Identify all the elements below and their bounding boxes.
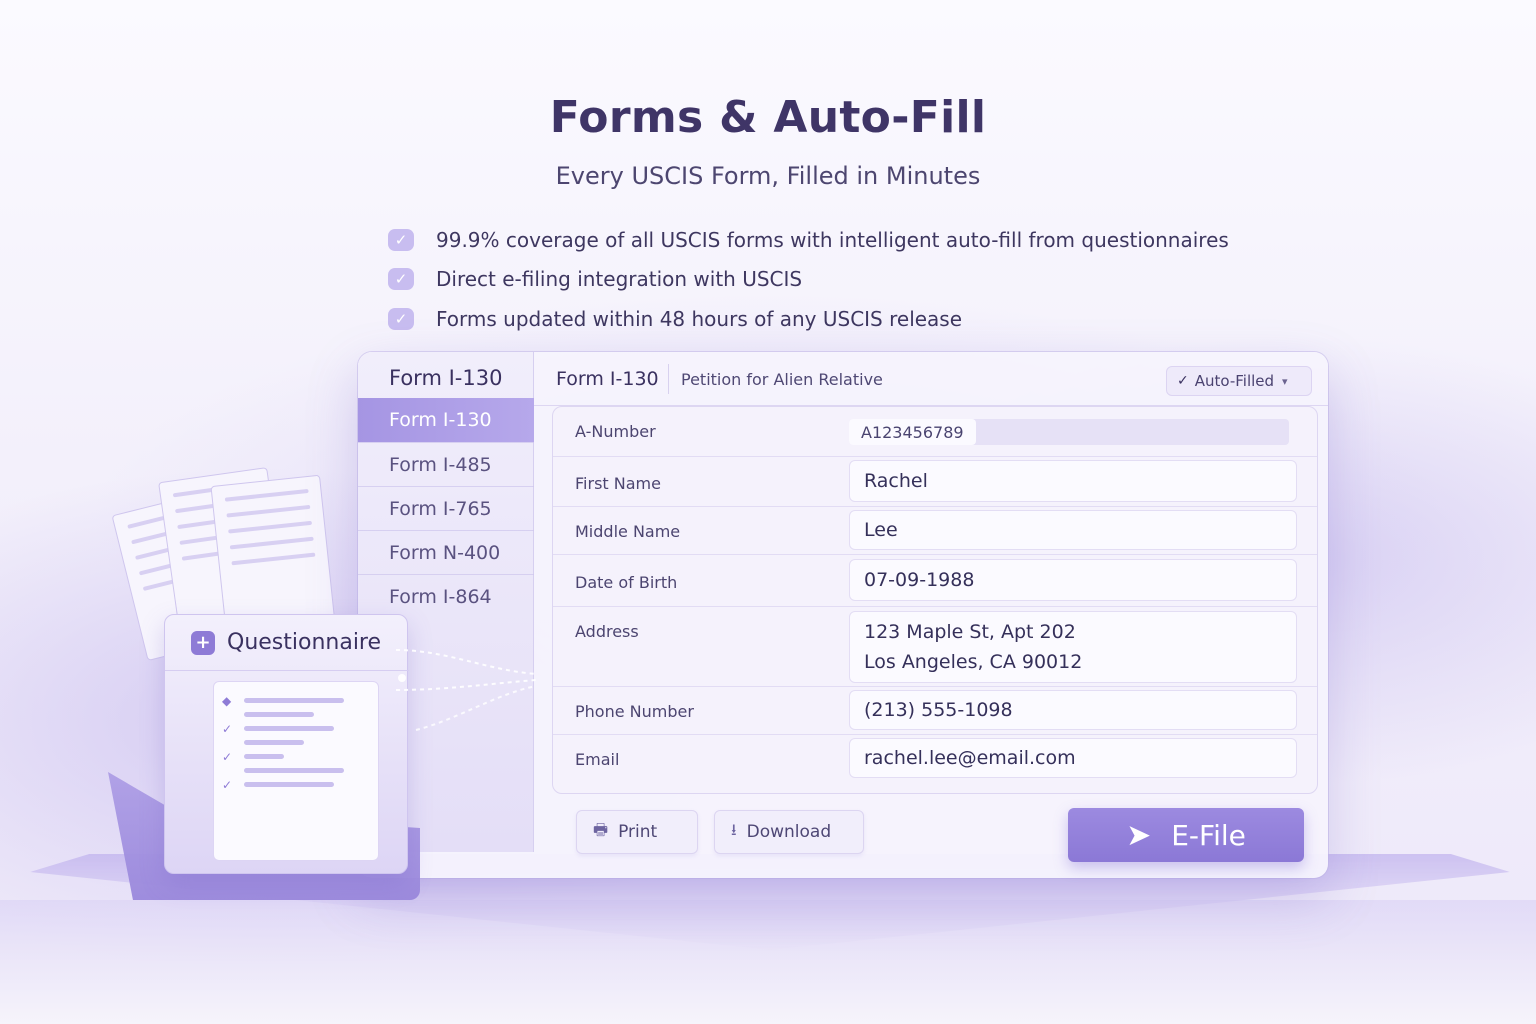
checkmark-icon: ✓ (1177, 373, 1189, 389)
print-button[interactable]: 🖶 Print (576, 810, 698, 854)
header-divider (668, 364, 669, 394)
document-stack-illustration (111, 460, 348, 662)
shield-check-icon: ◆ (222, 694, 232, 708)
auto-filled-dropdown[interactable]: ✓ Auto-Filled ▾ (1166, 366, 1312, 396)
checkmark-icon: ✓ (388, 268, 414, 291)
text-line (244, 740, 304, 745)
page-subtitle: Every USCIS Form, Filled in Minutes (555, 162, 981, 190)
page-title: Forms & Auto-Fill (549, 92, 987, 143)
paper-plane-icon: ➤ (1126, 817, 1152, 853)
e-file-button[interactable]: ➤ E-File (1068, 808, 1304, 862)
date-of-birth-input[interactable]: 07-09-1988 (849, 559, 1297, 601)
field-row-date-of-birth: Date of Birth 07-09-1988 (553, 555, 1317, 607)
chevron-down-icon: ▾ (1282, 374, 1288, 388)
feature-text: 99.9% coverage of all USCIS forms with i… (436, 227, 1229, 252)
field-label: Date of Birth (575, 573, 678, 592)
sidebar-item-form-n-400[interactable]: Form N-400 (358, 530, 534, 574)
field-label: Middle Name (575, 522, 681, 541)
field-label: Email (575, 750, 620, 769)
address-input[interactable]: 123 Maple St, Apt 202 Los Angeles, CA 90… (849, 611, 1297, 683)
field-row-email: Email rachel.lee@email.com (553, 735, 1317, 785)
feature-text: Direct e-filing integration with USCIS (436, 267, 803, 292)
field-row-phone-number: Phone Number (213) 555-1098 (553, 687, 1317, 735)
e-file-label: E-File (1171, 818, 1246, 852)
feature-text: Forms updated within 48 hours of any USC… (436, 306, 963, 331)
feature-item: ✓ 99.9% coverage of all USCIS forms with… (388, 220, 1229, 260)
print-label: Print (618, 822, 658, 842)
field-label: First Name (575, 474, 661, 493)
questionnaire-title: Questionnaire (227, 630, 382, 655)
form-panel: Form I-130 Petition for Alien Relative ✓… (534, 352, 1328, 878)
sidebar-item-form-i-130[interactable]: Form I-130 (358, 398, 534, 442)
sidebar-item-form-i-485[interactable]: Form I-485 (358, 442, 534, 486)
field-label: A-Number (575, 422, 656, 441)
field-row-a-number: A-Number A123456789 (553, 407, 1317, 457)
field-row-first-name: First Name Rachel (553, 457, 1317, 507)
email-input[interactable]: rachel.lee@email.com (849, 738, 1297, 778)
questionnaire-card: + Questionnaire ◆ ✓ ✓ ✓ (164, 614, 409, 874)
a-number-field[interactable]: A123456789 (849, 419, 1289, 445)
sidebar-item-form-i-864[interactable]: Form I-864 (358, 574, 534, 618)
data-flow-sparkle-lines (396, 649, 537, 731)
address-line-1: 123 Maple St, Apt 202 (864, 621, 1076, 643)
sidebar-title: Form I-130 (389, 366, 503, 390)
form-fields-card: A-Number A123456789 First Name Rachel Mi… (552, 406, 1318, 794)
field-row-middle-name: Middle Name Lee (553, 507, 1317, 555)
panel-header: Form I-130 Petition for Alien Relative ✓… (534, 352, 1328, 406)
middle-name-input[interactable]: Lee (849, 510, 1297, 550)
a-number-value: A123456789 (849, 419, 976, 445)
download-button[interactable]: ⭳ Download (714, 810, 864, 854)
paper-sheet (210, 474, 336, 636)
checkmark-icon: ✓ (222, 778, 233, 792)
checkmark-icon: ✓ (222, 750, 233, 764)
auto-filled-label: Auto-Filled (1194, 372, 1275, 390)
checkmark-icon: ✓ (222, 722, 233, 736)
printer-icon: 🖶 (593, 819, 609, 839)
field-label: Phone Number (575, 702, 694, 721)
text-line (244, 726, 334, 731)
address-line-2: Los Angeles, CA 90012 (864, 651, 1083, 673)
first-name-input[interactable]: Rachel (849, 460, 1297, 502)
feature-list: ✓ 99.9% coverage of all USCIS forms with… (388, 220, 1229, 339)
download-label: Download (746, 822, 832, 842)
download-icon: ⭳ (731, 819, 737, 839)
form-description: Petition for Alien Relative (681, 370, 883, 389)
questionnaire-sheet-illustration: ◆ ✓ ✓ ✓ (213, 681, 379, 861)
questionnaire-header: + Questionnaire (165, 615, 409, 671)
text-line (244, 782, 334, 787)
form-window: Form I-130 Form I-130 Form I-485 Form I-… (358, 352, 1328, 878)
feature-item: ✓ Forms updated within 48 hours of any U… (388, 299, 1229, 339)
form-name: Form I-130 (556, 368, 659, 390)
plus-icon: + (191, 630, 215, 655)
feature-item: ✓ Direct e-filing integration with USCIS (388, 260, 1229, 300)
checkmark-icon: ✓ (388, 307, 414, 330)
text-line (244, 754, 284, 759)
phone-number-input[interactable]: (213) 555-1098 (849, 690, 1297, 730)
field-label: Address (575, 622, 639, 641)
text-line (244, 768, 344, 773)
text-line (244, 712, 314, 717)
sidebar-item-form-i-765[interactable]: Form I-765 (358, 486, 534, 530)
text-line (244, 698, 344, 703)
field-row-address: Address 123 Maple St, Apt 202 Los Angele… (553, 607, 1317, 687)
checkmark-icon: ✓ (388, 228, 414, 251)
